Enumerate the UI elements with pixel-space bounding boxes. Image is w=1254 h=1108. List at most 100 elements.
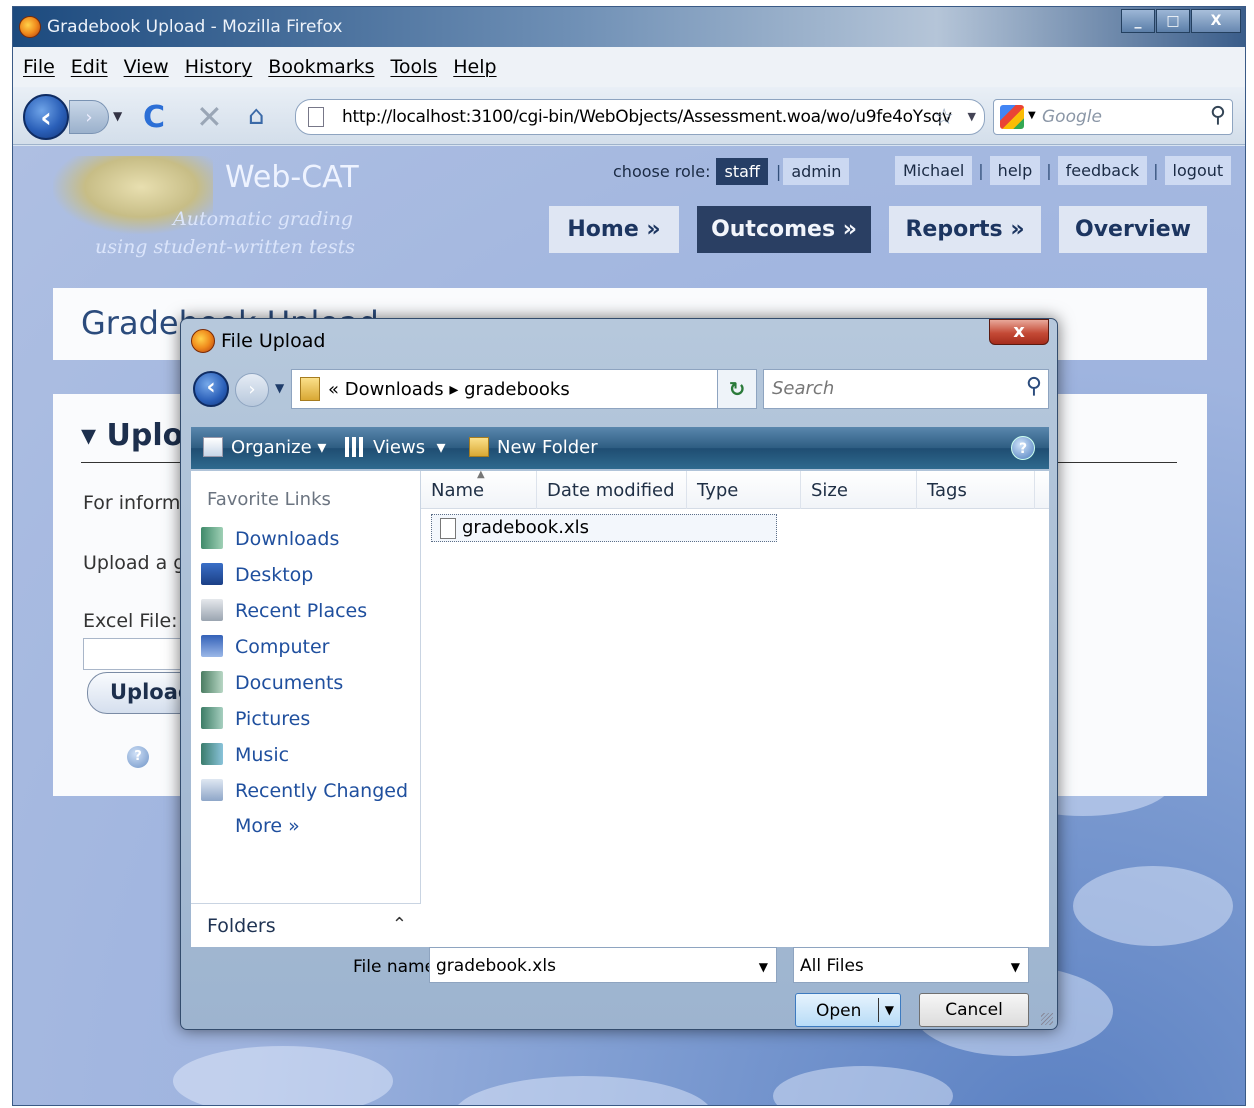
dialog-search-placeholder[interactable]: Search bbox=[772, 378, 834, 399]
google-icon[interactable] bbox=[1000, 105, 1024, 129]
menu-view[interactable]: View bbox=[124, 56, 169, 78]
tab-reports[interactable]: Reports » bbox=[889, 206, 1041, 253]
tab-outcomes[interactable]: Outcomes » bbox=[697, 206, 871, 253]
tab-home[interactable]: Home » bbox=[549, 206, 679, 253]
main-nav: Home » Outcomes » Reports » Overview bbox=[549, 206, 1225, 253]
chevron-down-icon[interactable]: ▼ bbox=[1011, 960, 1020, 974]
documents-icon bbox=[201, 671, 223, 693]
dialog-toolbar: Organize ▾ Views ▾ New Folder ? bbox=[191, 427, 1049, 469]
dialog-close-button[interactable]: x bbox=[989, 319, 1049, 345]
resize-grip[interactable] bbox=[1041, 1013, 1053, 1025]
menu-file[interactable]: File bbox=[23, 56, 55, 78]
sidebar-item-desktop[interactable]: Desktop bbox=[201, 563, 313, 593]
folders-toggle[interactable]: Folders ⌃ bbox=[191, 903, 421, 947]
organize-label: Organize bbox=[231, 437, 312, 458]
address-bar[interactable]: http://localhost:3100/cgi-bin/WebObjects… bbox=[295, 99, 985, 135]
breadcrumb[interactable]: « Downloads ▸ gradebooks ▼ bbox=[291, 369, 757, 409]
views-button[interactable]: Views ▾ bbox=[345, 437, 446, 458]
file-type-select[interactable]: All Files ▼ bbox=[793, 947, 1029, 983]
file-icon bbox=[440, 518, 456, 539]
open-button-label: Open bbox=[816, 1001, 862, 1021]
tab-overview[interactable]: Overview bbox=[1059, 206, 1207, 253]
organize-button[interactable]: Organize ▾ bbox=[203, 437, 326, 458]
feedback-link[interactable]: feedback bbox=[1057, 156, 1148, 185]
role-staff[interactable]: staff bbox=[716, 158, 768, 185]
bookmark-star-icon[interactable]: ☆ bbox=[934, 105, 954, 130]
help-icon[interactable]: ? bbox=[1011, 436, 1035, 460]
reload-icon[interactable]: C bbox=[143, 100, 165, 135]
excel-file-label: Excel File: bbox=[83, 610, 178, 632]
computer-icon bbox=[201, 635, 223, 657]
column-header-size[interactable]: Size bbox=[801, 471, 917, 509]
open-button[interactable]: Open ▼ bbox=[795, 993, 901, 1027]
close-window-button[interactable]: X bbox=[1191, 9, 1241, 33]
user-name-link[interactable]: Michael bbox=[895, 156, 973, 185]
recent-places-icon bbox=[201, 599, 223, 621]
file-name-value[interactable]: gradebook.xls bbox=[436, 956, 556, 976]
forward-arrow-icon[interactable]: › bbox=[69, 100, 109, 134]
url-dropdown-icon[interactable]: ▼ bbox=[968, 110, 976, 123]
firefox-icon bbox=[191, 329, 215, 353]
logo-tagline: using student-written tests bbox=[95, 236, 356, 258]
search-icon[interactable]: ⚲ bbox=[1026, 374, 1042, 399]
search-engine-dropdown-icon[interactable]: ▼ bbox=[1028, 110, 1036, 121]
dialog-search-input[interactable]: Search ⚲ bbox=[763, 369, 1049, 409]
sidebar-item-recently-changed[interactable]: Recently Changed bbox=[201, 779, 408, 809]
background-decoration bbox=[453, 1076, 713, 1105]
list-item[interactable]: gradebook.xls bbox=[431, 514, 777, 542]
column-header-tags[interactable]: Tags bbox=[917, 471, 1035, 509]
sidebar-item-music[interactable]: Music bbox=[201, 743, 289, 773]
back-arrow-icon[interactable]: ‹ bbox=[193, 371, 229, 407]
sidebar-item-label: Recently Changed bbox=[235, 780, 409, 802]
menu-bookmarks[interactable]: Bookmarks bbox=[268, 56, 374, 78]
sidebar-item-computer[interactable]: Computer bbox=[201, 635, 329, 665]
sidebar-item-downloads[interactable]: Downloads bbox=[201, 527, 339, 557]
chevron-up-icon[interactable]: ⌃ bbox=[392, 914, 407, 935]
minimize-button[interactable]: _ bbox=[1121, 9, 1155, 33]
back-arrow-icon[interactable]: ‹ bbox=[23, 94, 69, 140]
menu-edit[interactable]: Edit bbox=[71, 56, 108, 78]
browser-title-bar: Gradebook Upload - Mozilla Firefox _ □ X bbox=[13, 7, 1245, 47]
file-name-input[interactable]: gradebook.xls ▼ bbox=[429, 947, 777, 983]
column-header-type[interactable]: Type bbox=[687, 471, 801, 509]
favorite-links-pane: Favorite Links Downloads Desktop Recent … bbox=[191, 471, 421, 903]
sidebar-item-label: Pictures bbox=[235, 708, 311, 730]
sidebar-item-documents[interactable]: Documents bbox=[201, 671, 343, 701]
separator: | bbox=[1046, 161, 1052, 180]
home-icon[interactable]: ⌂ bbox=[248, 101, 265, 131]
search-bar[interactable]: ▼ Google ⚲ bbox=[993, 99, 1233, 135]
refresh-icon[interactable]: ↻ bbox=[717, 369, 757, 409]
file-name-dropdown-icon[interactable]: ▼ bbox=[759, 960, 768, 974]
maximize-button[interactable]: □ bbox=[1156, 9, 1190, 33]
logo-title: Web-CAT bbox=[225, 160, 359, 195]
url-text[interactable]: http://localhost:3100/cgi-bin/WebObjects… bbox=[342, 107, 952, 127]
help-link[interactable]: help bbox=[989, 156, 1041, 185]
column-header-name[interactable]: ▲ Name bbox=[421, 469, 537, 509]
help-icon[interactable]: ? bbox=[127, 746, 149, 768]
recent-locations-dropdown-icon[interactable]: ▼ bbox=[275, 381, 284, 395]
role-admin[interactable]: admin bbox=[783, 158, 850, 185]
column-header-date-modified[interactable]: Date modified bbox=[537, 471, 687, 509]
breadcrumb-gradebooks[interactable]: gradebooks bbox=[464, 379, 570, 400]
sidebar-item-pictures[interactable]: Pictures bbox=[201, 707, 310, 737]
column-header-label: Name bbox=[431, 480, 485, 501]
menu-help[interactable]: Help bbox=[453, 56, 496, 78]
logout-link[interactable]: logout bbox=[1164, 156, 1232, 185]
breadcrumb-separator-icon[interactable]: ▸ bbox=[449, 379, 458, 400]
folder-icon bbox=[300, 377, 320, 401]
cancel-button[interactable]: Cancel bbox=[919, 993, 1029, 1027]
folders-label: Folders bbox=[207, 915, 276, 937]
search-placeholder[interactable]: Google bbox=[1042, 107, 1102, 127]
forward-arrow-icon[interactable]: › bbox=[235, 373, 269, 407]
menu-history[interactable]: History bbox=[185, 56, 253, 78]
history-dropdown-icon[interactable]: ▼ bbox=[113, 109, 122, 123]
menu-tools[interactable]: Tools bbox=[390, 56, 437, 78]
breadcrumb-downloads[interactable]: Downloads bbox=[345, 379, 444, 400]
sidebar-more-link[interactable]: More » bbox=[235, 815, 300, 845]
stop-icon[interactable]: ✕ bbox=[196, 98, 223, 136]
new-folder-button[interactable]: New Folder bbox=[469, 437, 598, 458]
search-icon[interactable]: ⚲ bbox=[1210, 103, 1226, 128]
sidebar-item-recent-places[interactable]: Recent Places bbox=[201, 599, 367, 629]
open-options-dropdown-icon[interactable]: ▼ bbox=[885, 1003, 894, 1017]
breadcrumb-overflow[interactable]: « bbox=[328, 379, 339, 400]
